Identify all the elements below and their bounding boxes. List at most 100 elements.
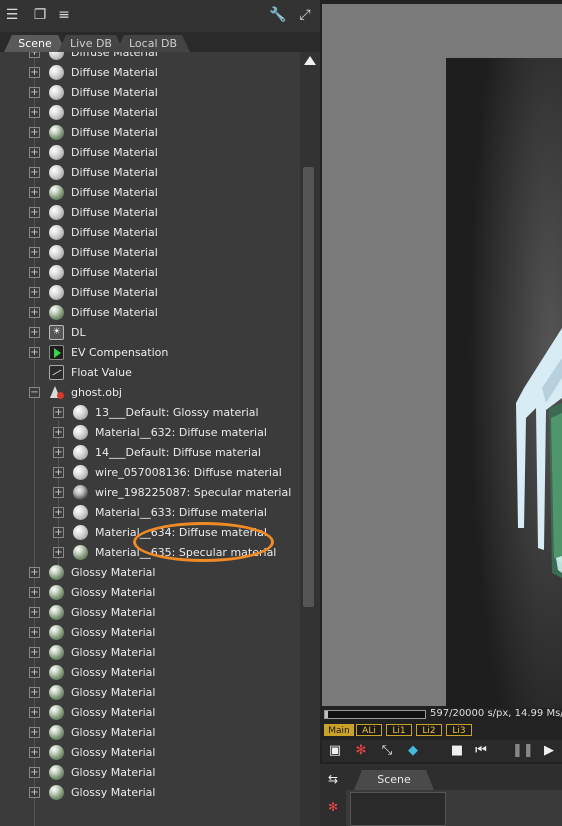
tree-row[interactable]: + Glossy Material: [0, 663, 300, 683]
tree-row[interactable]: + Material__634: Diffuse material: [0, 523, 300, 543]
fullscreen-icon[interactable]: ⤢: [296, 6, 314, 24]
expand-icon[interactable]: +: [29, 147, 40, 158]
expand-icon[interactable]: +: [53, 507, 64, 518]
collapse-icon[interactable]: ≡: [55, 6, 73, 24]
expand-icon[interactable]: +: [29, 767, 40, 778]
tree-row[interactable]: + Diffuse Material: [0, 83, 300, 103]
expand-icon[interactable]: +: [29, 287, 40, 298]
save-render-icon[interactable]: ▣: [326, 742, 344, 760]
pass-main-button[interactable]: Main: [324, 724, 354, 736]
expand-icon[interactable]: +: [53, 407, 64, 418]
expand-icon[interactable]: +: [29, 247, 40, 258]
expand-icon[interactable]: +: [29, 567, 40, 578]
expand-icon[interactable]: +: [53, 487, 64, 498]
expand-icon[interactable]: +: [29, 107, 40, 118]
expand-icon[interactable]: +: [29, 267, 40, 278]
expand-icon[interactable]: +: [29, 587, 40, 598]
expand-icon[interactable]: +: [29, 647, 40, 658]
tree-row[interactable]: + Material__633: Diffuse material: [0, 503, 300, 523]
tree-row[interactable]: + Diffuse Material: [0, 263, 300, 283]
pass-ali-button[interactable]: ALi: [356, 724, 382, 736]
tree-row[interactable]: + Glossy Material: [0, 563, 300, 583]
tree-row[interactable]: + Diffuse Material: [0, 103, 300, 123]
tree-row[interactable]: + Diffuse Material: [0, 223, 300, 243]
tree-row[interactable]: + Diffuse Material: [0, 123, 300, 143]
wrench-icon[interactable]: 🔧: [269, 6, 287, 24]
expand-icon[interactable]: +: [29, 167, 40, 178]
play-icon[interactable]: ▶: [540, 742, 558, 760]
tree-row[interactable]: + Glossy Material: [0, 703, 300, 723]
tree-row[interactable]: + Diffuse Material: [0, 183, 300, 203]
tree-view-icon[interactable]: ☰: [3, 6, 21, 24]
fit-icon[interactable]: ⤡: [378, 742, 396, 760]
color-cube-icon[interactable]: ◆: [404, 742, 422, 760]
expand-icon[interactable]: +: [29, 187, 40, 198]
expand-icon[interactable]: +: [53, 527, 64, 538]
expand-icon[interactable]: +: [53, 547, 64, 558]
tree-row[interactable]: + Glossy Material: [0, 583, 300, 603]
tree-row[interactable]: + Diffuse Material: [0, 63, 300, 83]
duplicate-panel-icon[interactable]: ❐: [31, 6, 49, 24]
tree-row[interactable]: Float Value: [0, 363, 300, 383]
tree-row[interactable]: + Diffuse Material: [0, 243, 300, 263]
expand-icon[interactable]: +: [29, 787, 40, 798]
tree-row[interactable]: +13___Default: Glossy material: [0, 403, 300, 423]
expand-icon[interactable]: +: [29, 747, 40, 758]
tree-row[interactable]: + Diffuse Material: [0, 143, 300, 163]
expand-icon[interactable]: +: [29, 52, 40, 58]
tab-graph-scene[interactable]: Scene: [354, 770, 434, 790]
expand-icon[interactable]: +: [53, 447, 64, 458]
clear-icon[interactable]: ✻: [352, 742, 370, 760]
render-viewport[interactable]: [322, 4, 562, 708]
tree-row[interactable]: + wire_198225087: Specular material: [0, 483, 300, 503]
pass-li2-button[interactable]: Li2: [416, 724, 442, 736]
tree-row[interactable]: + Glossy Material: [0, 783, 300, 803]
node-thumbnail[interactable]: [350, 792, 446, 826]
pass-li3-button[interactable]: Li3: [446, 724, 472, 736]
graph-layout-icon[interactable]: ⇆: [324, 770, 342, 788]
tree-row[interactable]: + Glossy Material: [0, 643, 300, 663]
tab-local-db[interactable]: Local DB: [116, 35, 190, 52]
tab-scene[interactable]: Scene: [4, 35, 66, 52]
tree-scrollbar[interactable]: [300, 52, 320, 826]
tree-row[interactable]: + wire_057008136: Diffuse material: [0, 463, 300, 483]
expand-icon[interactable]: +: [29, 687, 40, 698]
tree-row[interactable]: + Diffuse Material: [0, 203, 300, 223]
tree-row[interactable]: − ghost.obj: [0, 383, 300, 403]
expand-icon[interactable]: +: [29, 607, 40, 618]
tree-row[interactable]: +14___Default: Diffuse material: [0, 443, 300, 463]
tree-row[interactable]: + Glossy Material: [0, 683, 300, 703]
tree-row[interactable]: + Material__632: Diffuse material: [0, 423, 300, 443]
expand-icon[interactable]: +: [29, 207, 40, 218]
tree-row[interactable]: + EV Compensation: [0, 343, 300, 363]
tree-row[interactable]: + Glossy Material: [0, 623, 300, 643]
expand-icon[interactable]: +: [29, 67, 40, 78]
expand-icon[interactable]: +: [29, 727, 40, 738]
expand-icon[interactable]: +: [29, 627, 40, 638]
collapse-node-icon[interactable]: −: [29, 387, 40, 398]
tab-live-db[interactable]: Live DB: [58, 35, 124, 52]
tree-row[interactable]: + Material__635: Specular material: [0, 543, 300, 563]
pause-icon[interactable]: ❚❚: [512, 742, 534, 760]
stop-icon[interactable]: ■: [448, 742, 466, 760]
tree-row[interactable]: + Diffuse Material: [0, 283, 300, 303]
expand-icon[interactable]: +: [29, 667, 40, 678]
tree-row[interactable]: + Glossy Material: [0, 603, 300, 623]
tree-row[interactable]: + Glossy Material: [0, 743, 300, 763]
expand-icon[interactable]: +: [29, 127, 40, 138]
tree-row[interactable]: + ☀ DL: [0, 323, 300, 343]
node-graph-area[interactable]: [346, 790, 562, 826]
scroll-up-arrow-icon[interactable]: [304, 56, 316, 65]
expand-icon[interactable]: +: [53, 467, 64, 478]
expand-icon[interactable]: +: [29, 327, 40, 338]
tree-row[interactable]: + Glossy Material: [0, 763, 300, 783]
expand-icon[interactable]: +: [29, 307, 40, 318]
tree-row[interactable]: + Diffuse Material: [0, 163, 300, 183]
rewind-icon[interactable]: ⏮: [472, 742, 490, 760]
pass-li1-button[interactable]: Li1: [386, 724, 412, 736]
expand-icon[interactable]: +: [29, 707, 40, 718]
tree-row[interactable]: + Diffuse Material: [0, 303, 300, 323]
expand-icon[interactable]: +: [29, 227, 40, 238]
expand-icon[interactable]: +: [29, 87, 40, 98]
expand-icon[interactable]: +: [29, 347, 40, 358]
